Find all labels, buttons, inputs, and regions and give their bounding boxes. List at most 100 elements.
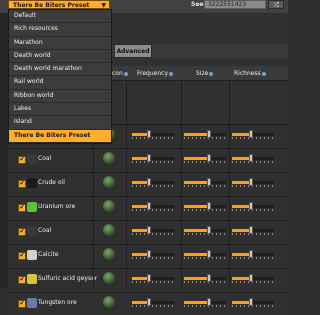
slider-ticks: [232, 305, 274, 307]
resource-preview-icon: [103, 152, 115, 164]
table-row: ✔ Coal: [8, 148, 288, 171]
size-slider[interactable]: [184, 273, 226, 283]
slider-ticks: [184, 233, 226, 235]
slider-knob[interactable]: [207, 226, 212, 234]
frequency-slider[interactable]: [132, 201, 174, 211]
resource-icon: [27, 274, 37, 284]
frequency-slider[interactable]: [132, 249, 174, 259]
slider-knob[interactable]: [248, 154, 253, 162]
frequency-slider[interactable]: [132, 129, 174, 139]
slider-knob[interactable]: [248, 178, 253, 186]
richness-slider[interactable]: [232, 273, 274, 283]
frequency-slider[interactable]: [132, 273, 174, 283]
size-slider[interactable]: [184, 297, 226, 307]
slider-knob[interactable]: [207, 130, 212, 138]
preset-option[interactable]: Marathon: [9, 37, 111, 50]
slider-fill: [184, 229, 210, 232]
resource-icon: [27, 178, 37, 188]
resource-checkbox[interactable]: ✔: [18, 252, 26, 260]
slider-knob[interactable]: [207, 274, 212, 282]
size-slider[interactable]: [184, 177, 226, 187]
table-row: ✔ Tungsten ore: [8, 292, 288, 315]
richness-slider[interactable]: [232, 249, 274, 259]
info-icon: [209, 71, 214, 76]
slider-knob[interactable]: [146, 298, 151, 306]
preset-option[interactable]: There Be Biters Preset: [9, 129, 111, 143]
slider-knob[interactable]: [146, 226, 151, 234]
shuffle-seed-button[interactable]: ⤮: [268, 0, 284, 9]
slider-knob[interactable]: [146, 178, 151, 186]
slider-ticks: [232, 161, 274, 163]
seed-input[interactable]: 3222551423: [204, 0, 266, 9]
slider-knob[interactable]: [248, 250, 253, 258]
slider-knob[interactable]: [207, 178, 212, 186]
preset-option[interactable]: Rail world: [9, 76, 111, 90]
preset-option[interactable]: Lakes: [9, 103, 111, 117]
slider-ticks: [184, 137, 226, 139]
preset-option[interactable]: Ribbon world: [9, 90, 111, 104]
header-size: Size: [196, 70, 214, 77]
frequency-slider[interactable]: [132, 225, 174, 235]
resource-name: Calcite: [38, 251, 59, 258]
slider-ticks: [132, 281, 174, 283]
frequency-slider[interactable]: [132, 153, 174, 163]
slider-ticks: [232, 209, 274, 211]
preset-option[interactable]: Default: [9, 10, 111, 24]
size-slider[interactable]: [184, 129, 226, 139]
preset-option[interactable]: Rich resources: [9, 23, 111, 37]
resource-checkbox[interactable]: ✔: [18, 180, 26, 188]
resource-icon: [27, 226, 37, 236]
slider-knob[interactable]: [248, 202, 253, 210]
slider-ticks: [184, 305, 226, 307]
preset-select[interactable]: There Be Biters Preset ▼: [8, 0, 110, 9]
slider-knob[interactable]: [207, 250, 212, 258]
slider-knob[interactable]: [207, 202, 212, 210]
slider-fill: [184, 181, 210, 184]
slider-ticks: [132, 209, 174, 211]
size-slider[interactable]: [184, 225, 226, 235]
resource-name: Coal: [38, 155, 52, 162]
slider-knob[interactable]: [248, 226, 253, 234]
resource-name: Crude oil: [38, 179, 65, 186]
resource-checkbox[interactable]: ✔: [18, 156, 26, 164]
frequency-slider[interactable]: [132, 297, 174, 307]
slider-knob[interactable]: [146, 202, 151, 210]
richness-slider[interactable]: [232, 129, 274, 139]
preset-dropdown-list[interactable]: Default Rich resources Marathon Death world…: [8, 9, 112, 144]
preset-option[interactable]: Death world: [9, 50, 111, 64]
tab-advanced[interactable]: Advanced: [114, 44, 152, 58]
resource-checkbox[interactable]: ✔: [18, 228, 26, 236]
richness-slider[interactable]: [232, 201, 274, 211]
preset-option[interactable]: Death world marathon: [9, 63, 111, 77]
resource-checkbox[interactable]: ✔: [18, 276, 26, 284]
slider-knob[interactable]: [207, 154, 212, 162]
richness-slider[interactable]: [232, 153, 274, 163]
size-slider[interactable]: [184, 201, 226, 211]
slider-ticks: [184, 257, 226, 259]
preset-option[interactable]: Island: [9, 116, 111, 130]
slider-knob[interactable]: [248, 274, 253, 282]
slider-knob[interactable]: [146, 274, 151, 282]
slider-knob[interactable]: [146, 250, 151, 258]
slider-knob[interactable]: [248, 298, 253, 306]
slider-knob[interactable]: [207, 298, 212, 306]
richness-slider[interactable]: [232, 225, 274, 235]
column-divider: [181, 80, 182, 288]
left-gutter: [0, 13, 8, 288]
slider-ticks: [184, 209, 226, 211]
resource-checkbox[interactable]: ✔: [18, 300, 26, 308]
slider-knob[interactable]: [146, 130, 151, 138]
table-row: ✔ Coal: [8, 220, 288, 243]
resource-preview-icon: [103, 272, 115, 284]
slider-knob[interactable]: [146, 154, 151, 162]
slider-knob[interactable]: [248, 130, 253, 138]
frequency-slider[interactable]: [132, 177, 174, 187]
slider-fill: [184, 253, 210, 256]
richness-slider[interactable]: [232, 297, 274, 307]
size-slider[interactable]: [184, 153, 226, 163]
richness-slider[interactable]: [232, 177, 274, 187]
slider-ticks: [132, 233, 174, 235]
resource-checkbox[interactable]: ✔: [18, 204, 26, 212]
size-slider[interactable]: [184, 249, 226, 259]
slider-ticks: [184, 161, 226, 163]
